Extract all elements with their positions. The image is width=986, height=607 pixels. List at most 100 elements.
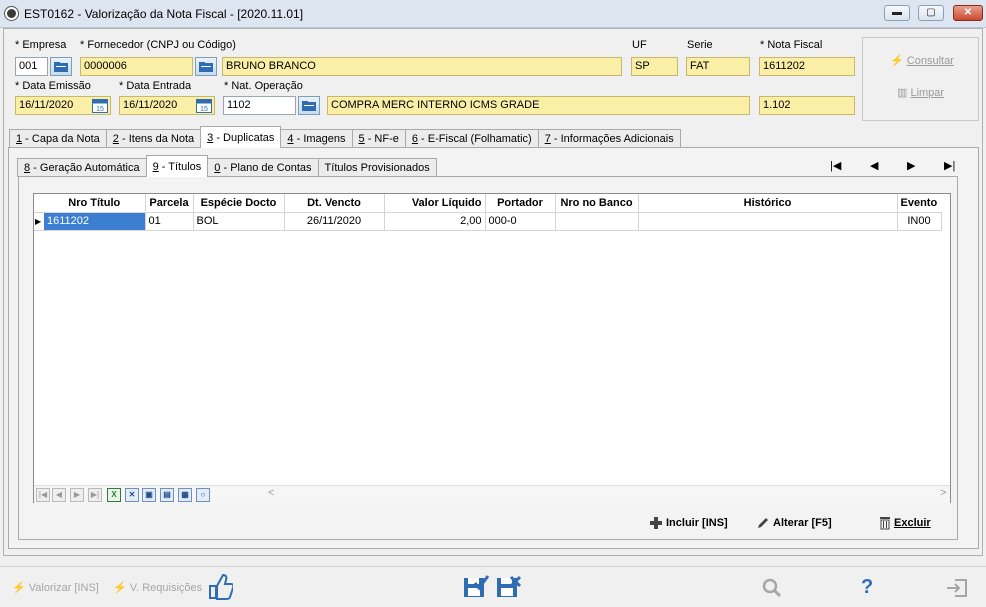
cell-especie-docto[interactable]: BOL: [193, 212, 285, 231]
uf-field: SP: [631, 57, 678, 76]
trash-icon: [880, 517, 890, 530]
serie-label: Serie: [687, 39, 713, 51]
maximize-button[interactable]: ▢: [918, 5, 944, 21]
nota-field: 1611202: [759, 57, 855, 76]
scroll-left-button[interactable]: <: [268, 487, 274, 499]
save-icon[interactable]: ▣: [142, 488, 156, 502]
tab-nfe[interactable]: 5 - NF-e: [351, 129, 406, 148]
fornecedor-code-input[interactable]: 0000006: [80, 57, 193, 76]
excluir-button[interactable]: Excluir: [879, 516, 931, 530]
requisicoes-button[interactable]: ⚡ V. Requisições: [113, 581, 202, 594]
bottom-toolbar: ⚡ Valorizar [INS] ⚡ V. Requisições ?: [0, 566, 986, 607]
cell-nro-banco[interactable]: [555, 212, 639, 231]
fornecedor-name-field: BRUNO BRANCO: [222, 57, 622, 76]
col-dt-vencto[interactable]: Dt. Vencto: [284, 194, 385, 213]
empresa-lookup-button[interactable]: [50, 57, 72, 76]
close-button[interactable]: ✕: [953, 5, 983, 21]
table-row[interactable]: ▶ 1611202 01 BOL 26/11/2020 2,00 000-0 I…: [34, 212, 942, 231]
col-historico[interactable]: Histórico: [638, 194, 898, 213]
help-icon[interactable]: ?: [861, 576, 873, 599]
nota-label: Nota Fiscal: [760, 39, 822, 51]
nav-prev-button[interactable]: ◀: [870, 159, 878, 172]
emissao-calendar-button[interactable]: 15: [91, 97, 109, 114]
subtab-titulos-provisionados[interactable]: Títulos Provisionados: [317, 158, 437, 177]
natop-cfop-field: 1.102: [759, 96, 855, 115]
grid-first-button[interactable]: |◀: [36, 488, 50, 502]
natop-lookup-button[interactable]: [298, 96, 320, 115]
tab-duplicatas[interactable]: 3 - Duplicatas: [200, 126, 282, 148]
nav-last-button[interactable]: ▶|: [944, 159, 955, 172]
minimize-button[interactable]: ▬: [884, 5, 910, 21]
tab-info-adicionais[interactable]: 7 - Informações Adicionais: [537, 129, 681, 148]
subtab-plano-contas[interactable]: 0 - Plano de Contas: [207, 158, 319, 177]
tab-capa-nota[interactable]: 1 - Capa da Nota: [9, 129, 107, 148]
app-icon: [5, 7, 18, 20]
title-bar: EST0162 - Valorização da Nota Fiscal - […: [0, 0, 986, 28]
plus-icon: [650, 517, 662, 529]
grid-header-row: Nro Título Parcela Espécie Docto Dt. Ven…: [34, 194, 941, 213]
cell-historico[interactable]: [638, 212, 898, 231]
row-indicator: ▶: [34, 212, 44, 231]
entrada-calendar-button[interactable]: 15: [195, 97, 213, 114]
natop-code-input[interactable]: 1102: [223, 96, 296, 115]
save-cancel-icon[interactable]: [496, 575, 522, 602]
col-nro-titulo[interactable]: Nro Título: [44, 194, 146, 213]
grid-last-button[interactable]: ▶|: [88, 488, 102, 502]
subtab-titulos[interactable]: 9 - Títulos: [145, 155, 209, 177]
nav-first-button[interactable]: |◀: [830, 159, 841, 172]
cell-nro-titulo[interactable]: 1611202: [44, 212, 146, 231]
col-especie-docto[interactable]: Espécie Docto: [193, 194, 285, 213]
sub-tabs: 8 - Geração Automática 9 - Títulos 0 - P…: [17, 155, 437, 177]
subtab-geracao-automatica[interactable]: 8 - Geração Automática: [17, 158, 147, 177]
incluir-button[interactable]: Incluir [INS]: [649, 516, 728, 530]
consultar-button[interactable]: ⚡ Consultar: [890, 54, 954, 67]
col-evento[interactable]: Evento: [897, 194, 941, 213]
search-icon[interactable]: [762, 578, 782, 601]
approve-icon[interactable]: [207, 572, 235, 603]
nav-next-button[interactable]: ▶: [907, 159, 915, 172]
scroll-right-button[interactable]: >: [940, 487, 946, 499]
tab-imagens[interactable]: 4 - Imagens: [280, 129, 353, 148]
search-icon[interactable]: ○: [196, 488, 210, 502]
natop-label: Nat. Operação: [224, 80, 303, 92]
save-confirm-icon[interactable]: [463, 575, 490, 602]
cell-parcela[interactable]: 01: [145, 212, 194, 231]
cell-portador[interactable]: 000-0: [485, 212, 556, 231]
uf-label: UF: [632, 39, 647, 51]
tab-efiscal[interactable]: 6 - E-Fiscal (Folhamatic): [404, 129, 539, 148]
folder-icon: [54, 61, 68, 72]
fornecedor-label: Fornecedor (CNPJ ou Código): [80, 39, 236, 51]
folder-icon: [199, 61, 213, 72]
grid-next-button[interactable]: ▶: [70, 488, 84, 502]
main-tabs: 1 - Capa da Nota 2 - Itens da Nota 3 - D…: [9, 126, 681, 148]
limpar-button[interactable]: ▥ Limpar: [897, 86, 944, 99]
fornecedor-lookup-button[interactable]: [195, 57, 217, 76]
side-action-panel: [862, 37, 979, 121]
alterar-button[interactable]: Alterar [F5]: [756, 516, 832, 530]
layout-icon[interactable]: ▤: [160, 488, 174, 502]
filter-icon[interactable]: ▦: [178, 488, 192, 502]
grid-toolbar: |◀ ◀ ▶ ▶| X ✕ ▣ ▤ ▦ ○ < >: [34, 485, 950, 503]
calendar-icon: 15: [92, 99, 108, 113]
tools-icon[interactable]: ✕: [125, 488, 139, 502]
col-parcela[interactable]: Parcela: [145, 194, 194, 213]
grid-prev-button[interactable]: ◀: [52, 488, 66, 502]
col-nro-banco[interactable]: Nro no Banco: [555, 194, 639, 213]
excel-export-icon[interactable]: X: [107, 488, 121, 502]
exit-icon[interactable]: [946, 578, 968, 601]
entrada-label: Data Entrada: [119, 80, 191, 92]
titulos-grid: Nro Título Parcela Espécie Docto Dt. Ven…: [33, 193, 951, 503]
empresa-input[interactable]: 001: [15, 57, 48, 76]
valorizar-button[interactable]: ⚡ Valorizar [INS]: [12, 581, 99, 594]
svg-text:15: 15: [200, 106, 208, 113]
col-valor-liquido[interactable]: Valor Líquido: [384, 194, 486, 213]
cell-evento[interactable]: IN00: [897, 212, 942, 231]
svg-text:15: 15: [96, 106, 104, 113]
cell-valor-liquido[interactable]: 2,00: [384, 212, 486, 231]
tab-itens-nota[interactable]: 2 - Itens da Nota: [105, 129, 202, 148]
cell-dt-vencto[interactable]: 26/11/2020: [284, 212, 385, 231]
pencil-icon: [758, 518, 768, 528]
natop-desc-field: COMPRA MERC INTERNO ICMS GRADE: [327, 96, 750, 115]
col-portador[interactable]: Portador: [485, 194, 556, 213]
window-title: EST0162 - Valorização da Nota Fiscal - […: [24, 7, 304, 21]
